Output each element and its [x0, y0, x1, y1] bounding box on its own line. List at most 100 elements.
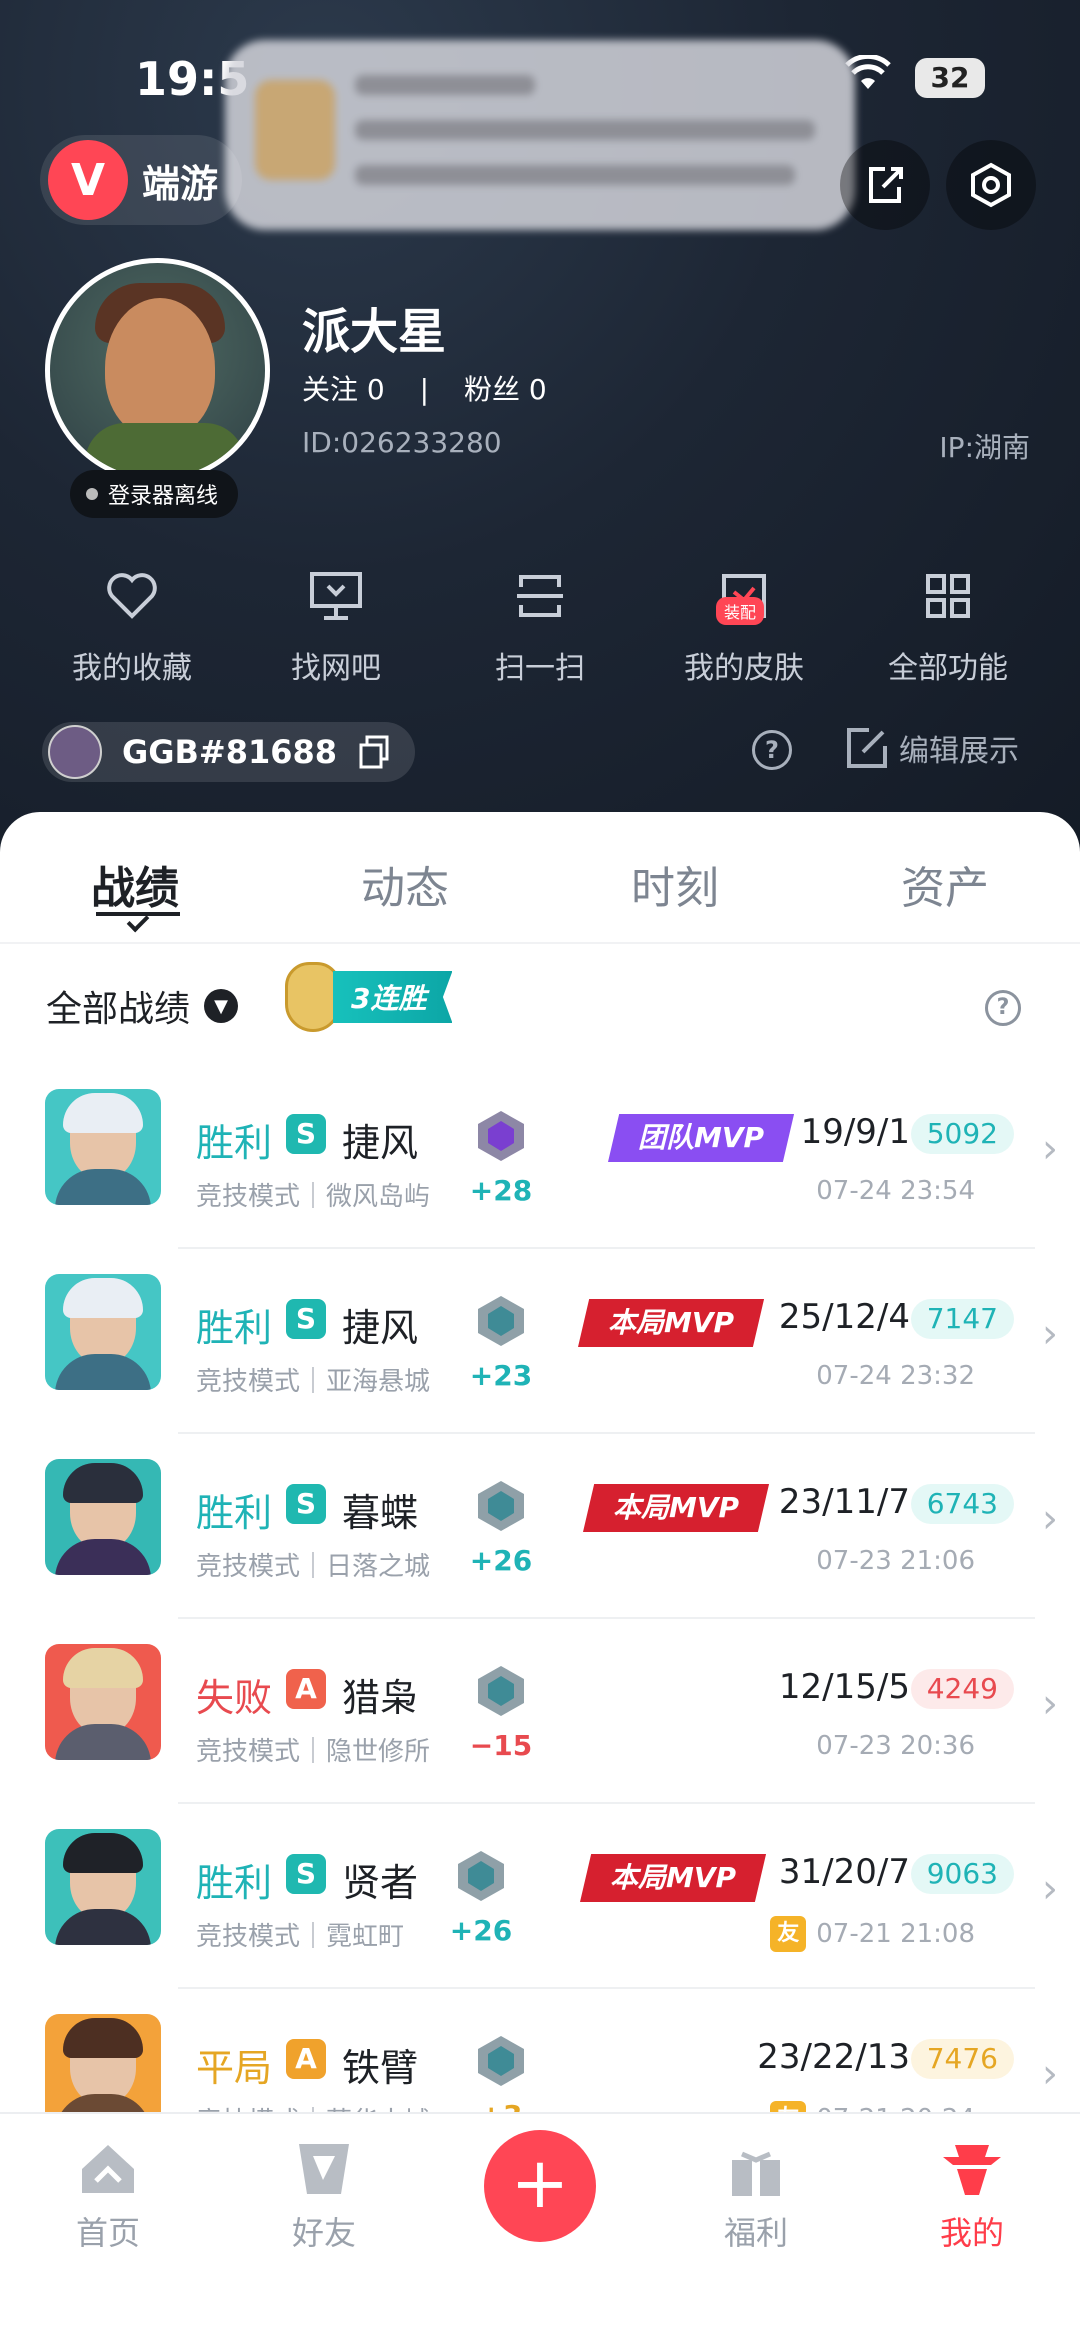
tab-moments[interactable]: 时刻: [540, 852, 810, 916]
chevron-right-icon: ›: [1042, 2051, 1058, 2097]
match-mode-map: 竞技模式｜日落之城: [196, 1552, 431, 1582]
rank-emblem-icon: [478, 1296, 524, 1346]
login-status-badge: 登录器离线: [70, 470, 239, 518]
rank-emblem-icon: [478, 1481, 524, 1531]
chevron-right-icon: ›: [1042, 1681, 1058, 1727]
valorant-logo-icon: V: [48, 140, 128, 220]
home-icon: [82, 2145, 134, 2193]
match-grade-badge: S: [286, 1114, 326, 1154]
content-sheet: 战绩 动态 时刻 资产 全部战绩 ▼ 3连胜 ? 胜利 S 捷风 竞技模式｜微风岛屿 +…: [0, 812, 1080, 2112]
match-time: 友07-21 20:24: [770, 2101, 975, 2112]
match-time: 07-24 23:32: [816, 1361, 975, 1391]
match-grade-badge: S: [286, 1484, 326, 1524]
kda-stats: 12/15/5: [778, 1667, 910, 1707]
grid-icon: [926, 574, 970, 618]
profile-icon: [943, 2145, 1001, 2195]
win-streak-badge: 3连胜: [285, 962, 453, 1032]
game-account-avatar: [48, 725, 102, 779]
mvp-badge: 本局MVP: [580, 1854, 767, 1902]
rank-point-change: +26: [449, 1914, 513, 1947]
tab-assets[interactable]: 资产: [810, 852, 1080, 916]
follow-stats: 关注 0 | 粉丝 0: [302, 373, 547, 406]
battery-indicator: 32: [915, 58, 985, 98]
skin-equip-tag: 装配: [716, 597, 765, 625]
agent-portrait: [45, 1644, 161, 1760]
match-grade-badge: A: [286, 1669, 326, 1709]
match-result: 失败: [196, 1676, 273, 1720]
agent-name: 捷风: [342, 1121, 419, 1165]
nav-home[interactable]: 首页: [38, 2138, 178, 2254]
copy-icon[interactable]: [357, 735, 391, 769]
agent-name: 猎枭: [342, 1676, 419, 1720]
match-mode-map: 竞技模式｜隐世修所: [196, 1737, 431, 1767]
match-mode-map: 竞技模式｜莲华古城: [196, 2101, 430, 2112]
combat-score: 5092: [910, 1114, 1014, 1154]
chevron-right-icon: ›: [1042, 1126, 1058, 1172]
tab-feed[interactable]: 动态: [270, 852, 540, 916]
quick-action-scan[interactable]: 扫一扫: [450, 565, 630, 687]
rank-emblem-icon: [478, 1111, 524, 1161]
nav-welfare[interactable]: 福利: [686, 2138, 826, 2254]
match-row[interactable]: 平局 A 铁臂竞技模式｜莲华古城 +3 23/22/137476 友07-21 20:24…: [0, 1989, 1080, 2112]
chevron-right-icon: ›: [1042, 1496, 1058, 1542]
ip-location: IP:湖南: [939, 431, 1030, 464]
game-account-id: GGB#81688: [122, 733, 338, 771]
match-result: 胜利: [196, 1491, 273, 1535]
quick-action-favorites[interactable]: 我的收藏: [42, 565, 222, 687]
combat-score: 7476: [910, 2039, 1014, 2079]
create-post-button[interactable]: +: [484, 2130, 596, 2242]
quick-action-all-functions[interactable]: 全部功能: [858, 565, 1038, 687]
following-link[interactable]: 关注 0: [302, 373, 385, 406]
combat-score: 6743: [910, 1484, 1014, 1524]
match-time: 07-23 20:36: [816, 1731, 975, 1761]
rank-point-change: +3: [461, 2099, 541, 2112]
tab-record[interactable]: 战绩: [0, 852, 270, 916]
kda-stats: 19/9/1: [800, 1112, 910, 1152]
record-help-icon[interactable]: ?: [985, 990, 1021, 1026]
match-row[interactable]: 胜利 S 捷风 竞技模式｜亚海悬城 +23 本局MVP 25/12/4 7147 07-24 2…: [0, 1249, 1080, 1434]
settings-button[interactable]: [946, 140, 1036, 230]
friend-badge: 友: [770, 1916, 807, 1952]
match-row[interactable]: 失败 A 猎枭 竞技模式｜隐世修所 −15 12/15/5 4249 07-23 20:36 ›: [0, 1619, 1080, 1804]
match-grade-badge: S: [286, 1299, 326, 1339]
match-row[interactable]: 胜利 S 捷风 竞技模式｜微风岛屿 +28 团队MVP 19/9/1 5092 07-24 23…: [0, 1064, 1080, 1249]
combat-score: 7147: [910, 1299, 1014, 1339]
agent-portrait: [45, 1829, 161, 1945]
monitor-icon: [310, 572, 362, 620]
match-time: 友 07-21 21:08: [770, 1916, 975, 1952]
bottom-navigation: 首页 好友 + 福利 我的: [0, 2112, 1080, 2341]
match-list: 胜利 S 捷风 竞技模式｜微风岛屿 +28 团队MVP 19/9/1 5092 07-24 23…: [0, 1064, 1080, 2112]
record-filter-dropdown[interactable]: 全部战绩 ▼: [46, 980, 239, 1032]
quick-action-skins[interactable]: 装配 我的皮肤: [654, 565, 834, 687]
help-icon[interactable]: ?: [752, 730, 792, 770]
blurred-notification[interactable]: [225, 40, 855, 230]
user-name: 派大星: [302, 304, 447, 360]
chevron-right-icon: ›: [1042, 1866, 1058, 1912]
match-grade-badge: S: [286, 1854, 326, 1894]
edit-icon: [847, 728, 887, 768]
user-id: ID:026233280: [302, 426, 502, 459]
match-mode-map: 竞技模式｜霓虹町: [196, 1922, 405, 1952]
match-row[interactable]: 胜利 S 贤者 竞技模式｜霓虹町 +26 本局MVP 31/20/7 9063 友 07-21 2…: [0, 1804, 1080, 1989]
quick-action-netcafe[interactable]: 找网吧: [246, 565, 426, 687]
edit-showcase-button[interactable]: 编辑展示: [845, 726, 1019, 770]
match-result: 胜利: [196, 1861, 273, 1905]
share-button[interactable]: [840, 140, 930, 230]
match-time: 07-24 23:54: [816, 1176, 975, 1206]
match-row[interactable]: 胜利 S 暮蝶 竞技模式｜日落之城 +26 本局MVP 23/11/7 6743 07-23 2…: [0, 1434, 1080, 1619]
mvp-badge: 本局MVP: [578, 1299, 765, 1347]
agent-portrait: [45, 2014, 161, 2112]
game-switcher[interactable]: V 端游: [40, 135, 243, 225]
user-avatar[interactable]: [45, 258, 270, 483]
nav-profile[interactable]: 我的: [902, 2138, 1042, 2254]
chevron-right-icon: ›: [1042, 1311, 1058, 1357]
rank-emblem-icon: [478, 1666, 524, 1716]
share-icon: [869, 167, 903, 203]
scan-icon: [517, 575, 563, 617]
agent-portrait: [45, 1089, 161, 1205]
game-account-tag[interactable]: GGB#81688: [42, 722, 416, 782]
match-time: 07-23 21:06: [816, 1546, 975, 1576]
match-result: 平局: [196, 2046, 273, 2090]
fans-link[interactable]: 粉丝 0: [464, 373, 547, 406]
nav-friends[interactable]: 好友: [254, 2138, 394, 2254]
